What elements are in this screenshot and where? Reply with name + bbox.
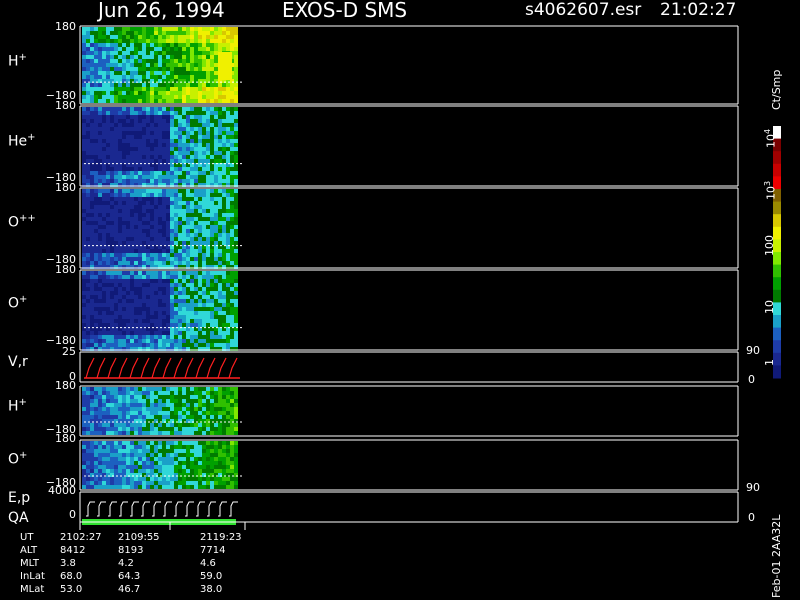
velocity-trace [206,357,216,379]
colorbar-label-100: 100 [763,235,776,256]
panel-label-h-plus-2: H+ [8,397,27,415]
colorbar-segment [773,163,781,177]
colorbar-segment [773,264,781,278]
velocity-trace [96,357,106,379]
info-row-value: 7714 [200,545,226,556]
sms-plot-page: { "header": { "date": "Jun 26, 1994", "i… [0,0,800,600]
energy-trace [174,501,183,517]
panel-label-o-plus-2: O+ [8,450,28,468]
info-row-value: 8412 [60,545,86,556]
energy-trace [86,501,95,517]
colorbar-segment [773,315,781,329]
colorbar-unit: Ct/Smp [770,69,783,110]
velocity-trace [107,357,117,379]
energy-trace [229,501,238,517]
right-tick-ep-bottom: 0 [748,511,755,524]
tick-h-top: 180 [55,20,76,33]
right-tick-vr-bottom: 0 [748,373,755,386]
colorbar-segment [773,214,781,228]
velocity-trace [140,357,150,379]
energy-trace [152,501,161,517]
colorbar-label-1: 1 [763,359,776,366]
colorbar-label-1e3: 103 [763,180,778,200]
colorbar-segment [773,201,781,215]
panel-label-ep: E,p [8,490,31,506]
velocity-trace [129,357,139,379]
info-row-label: UT [20,532,34,543]
panel-label-o-plus: O+ [8,294,28,312]
info-row-value: 3.8 [60,558,76,569]
velocity-trace [217,357,227,379]
energy-trace [185,501,194,517]
energy-trace [218,501,227,517]
info-row-value: 2109:55 [118,532,160,543]
panel-label-h-plus: H+ [8,52,27,70]
info-row-value: 4.2 [118,558,134,569]
colorbar-segment [773,327,781,341]
panel-label-vr: V,r [8,354,28,370]
velocity-trace [85,357,95,379]
tick-op-top: 180 [55,263,76,276]
velocity-trace [228,357,238,379]
energy-trace [130,501,139,517]
colorbar-segment [773,340,781,354]
energy-trace [97,501,106,517]
energy-trace [196,501,205,517]
info-row-label: MLat [20,584,45,595]
footer-id: Feb-01 2AA32L [770,514,783,598]
colorbar-label-10: 10 [763,300,776,314]
tick-opp-top: 180 [55,181,76,194]
colorbar-label-1e4: 104 [763,128,778,148]
info-row-label: ALT [20,545,38,556]
colorbar-segment [773,365,781,379]
tick-ep-bottom: 0 [69,508,76,521]
info-row-value: 4.6 [200,558,216,569]
info-row-label: MLT [20,558,39,569]
peak-flux-region [218,52,232,80]
colorbar-segment [773,277,781,291]
info-row-value: 38.0 [200,584,223,595]
tick-vr-top: 25 [62,345,76,358]
tick-o2-top: 180 [55,432,76,445]
info-row-value: 2102:27 [60,532,102,543]
info-row-value: 64.3 [118,571,141,582]
velocity-trace [118,357,128,379]
energy-trace [141,501,150,517]
info-row-value: 59.0 [200,571,223,582]
panel-label-o-plusplus: O++ [8,213,36,231]
right-tick-vr-top: 90 [746,344,760,357]
info-row-value: 53.0 [60,584,83,595]
velocity-trace [151,357,161,379]
info-row-value: 46.7 [118,584,141,595]
right-tick-ep-top: 90 [746,481,760,494]
velocity-trace [173,357,183,379]
colorbar-segment [773,151,781,165]
tick-ep-top: 4000 [48,484,76,497]
info-row-value: 68.0 [60,571,83,582]
panel-label-qa: QA [8,510,29,526]
energy-trace [119,501,128,517]
velocity-trace [195,357,205,379]
spectrogram-plot [79,25,781,530]
energy-trace [108,501,117,517]
energy-trace [163,501,172,517]
energy-trace [207,501,216,517]
velocity-trace [184,357,194,379]
info-row-value: 2119:23 [200,532,242,543]
info-row-label: InLat [20,571,45,582]
tick-h2-top: 180 [55,379,76,392]
info-row-value: 8193 [118,545,144,556]
panel-label-he-plus: He+ [8,132,36,150]
velocity-trace [162,357,172,379]
tick-he-top: 180 [55,99,76,112]
